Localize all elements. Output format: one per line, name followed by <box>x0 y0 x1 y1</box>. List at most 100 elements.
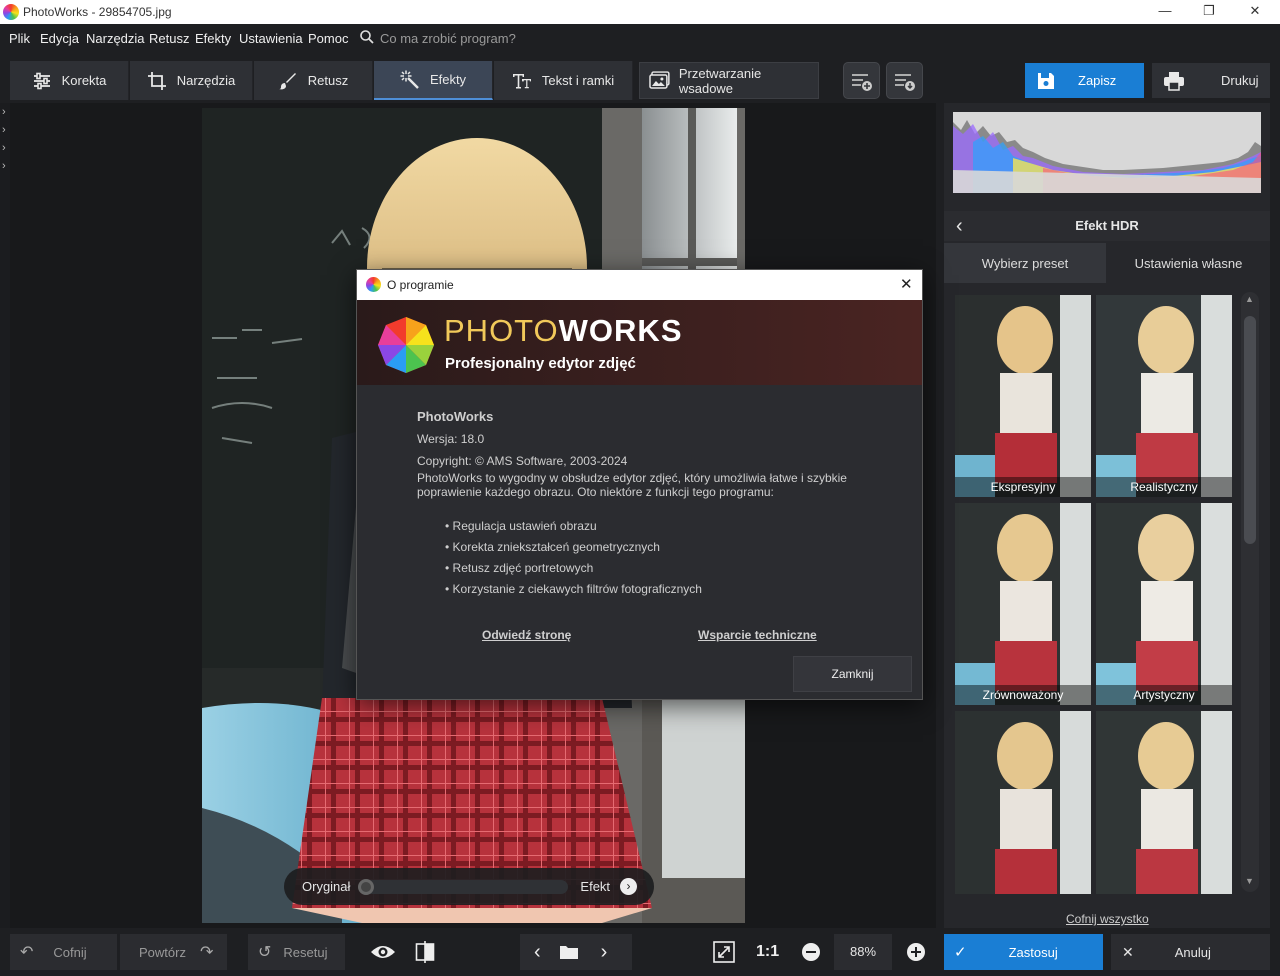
menu-efekty[interactable]: Efekty <box>195 31 231 46</box>
effect-title: Efekt HDR <box>1075 218 1139 233</box>
tab-korekta-label: Korekta <box>61 73 107 88</box>
preset-ekspresyjny[interactable]: Ekspresyjny <box>955 295 1091 497</box>
zoom-out-button[interactable] <box>795 936 827 968</box>
tab-tekst-i-ramki[interactable]: Tekst i ramki <box>494 61 633 100</box>
visit-website-link[interactable]: Odwiedź stronę <box>482 628 571 642</box>
preset-label: Artystyczny <box>1096 685 1232 705</box>
menu-retusz[interactable]: Retusz <box>149 31 189 46</box>
cancel-button[interactable]: ✕ Anuluj <box>1111 934 1270 970</box>
image-navigation-group: ‹ › <box>520 934 632 970</box>
compare-track[interactable] <box>358 878 569 895</box>
folder-icon[interactable] <box>559 944 579 960</box>
apply-button[interactable]: ✓ Zastosuj <box>944 934 1103 970</box>
magic-wand-icon <box>400 70 419 89</box>
close-window-button[interactable]: ✕ <box>1232 0 1278 24</box>
preset-thumbnail <box>955 503 1091 705</box>
fit-screen-icon <box>713 941 735 963</box>
tab-choose-preset[interactable]: Wybierz preset <box>944 243 1106 283</box>
dialog-title: O programie <box>387 278 454 292</box>
tab-narzedzia[interactable]: Narzędzia <box>130 61 253 100</box>
split-view-icon <box>415 941 435 963</box>
preset-label: Ekspresyjny <box>955 477 1091 497</box>
previous-image-icon[interactable]: ‹ <box>534 941 541 964</box>
menu-edycja[interactable]: Edycja <box>40 31 79 46</box>
brand-banner: PHOTOWORKS Profesjonalny edytor zdjęć <box>357 300 922 385</box>
apply-label: Zastosuj <box>1008 944 1058 960</box>
left-collapse-strip[interactable]: › › › › <box>0 103 10 928</box>
menu-ustawienia[interactable]: Ustawienia <box>239 31 303 46</box>
zoom-in-button[interactable] <box>900 936 932 968</box>
next-image-icon[interactable]: › <box>601 941 608 964</box>
redo-button[interactable]: Powtórz ↷ <box>120 934 227 970</box>
preset-zrownowazony[interactable]: Zrównoważony <box>955 503 1091 705</box>
tab-custom-settings-label: Ustawienia własne <box>1134 255 1243 271</box>
fit-to-screen-button[interactable] <box>708 936 740 968</box>
save-button[interactable]: Zapisz <box>1025 63 1144 98</box>
menu-plik[interactable]: Plik <box>9 31 30 46</box>
preview-eye-button[interactable] <box>367 936 399 968</box>
reset-label: Resetuj <box>283 944 328 960</box>
histogram-graph <box>953 120 1261 193</box>
reset-all-link[interactable]: Cofnij wszystko <box>1066 912 1149 926</box>
tab-narzedzia-label: Narzędzia <box>176 73 236 88</box>
scroll-up-icon[interactable]: ▲ <box>1245 294 1254 304</box>
technical-support-link[interactable]: Wsparcie techniczne <box>698 628 817 642</box>
dialog-close-icon[interactable]: ✕ <box>900 275 913 293</box>
minimize-button[interactable]: — <box>1142 0 1188 24</box>
chevron-right-icon: › <box>2 142 6 154</box>
actual-size-button[interactable]: 1:1 <box>756 943 779 961</box>
print-button[interactable]: Drukuj <box>1152 63 1270 98</box>
tab-korekta[interactable]: Korekta <box>10 61 129 100</box>
compare-handle[interactable] <box>358 878 375 895</box>
feature-item: • Regulacja ustawień obrazu <box>445 519 597 533</box>
zoom-level[interactable]: 88% <box>834 934 892 970</box>
preset-item[interactable] <box>1096 711 1232 894</box>
arrow-right-circle-icon[interactable]: › <box>620 878 638 895</box>
app-logo-icon <box>3 4 19 20</box>
reset-button[interactable]: ↺ Resetuj <box>248 934 345 970</box>
preset-label: Zrównoważony <box>955 685 1091 705</box>
menu-bar: Plik Edycja Narzędzia Retusz Efekty Usta… <box>0 24 1280 52</box>
preset-thumbnail <box>1096 503 1232 705</box>
app-name: PhotoWorks <box>417 409 494 424</box>
sliders-icon <box>33 72 50 89</box>
effect-label: Efekt <box>580 879 611 894</box>
tab-efekty[interactable]: Efekty <box>374 61 493 100</box>
undo-icon: ↶ <box>20 944 34 961</box>
back-arrow-icon[interactable]: ‹ <box>956 211 963 241</box>
dialog-body: PhotoWorks Wersja: 18.0 Copyright: © AMS… <box>417 409 887 597</box>
preset-label: Realistyczny <box>1096 477 1232 497</box>
tab-custom-settings[interactable]: Ustawienia własne <box>1107 243 1270 283</box>
preset-realistyczny[interactable]: Realistyczny <box>1096 295 1232 497</box>
presets-scrollbar[interactable]: ▲ ▼ <box>1241 292 1259 892</box>
about-dialog: O programie ✕ PHOTOWORKS Profesjonalny e… <box>356 269 923 700</box>
tab-choose-preset-label: Wybierz preset <box>981 255 1069 271</box>
original-label: Oryginał <box>302 879 351 894</box>
preset-thumbnail <box>955 295 1091 497</box>
window-title: PhotoWorks - 29854705.jpg <box>23 5 172 19</box>
preset-thumbnail <box>955 711 1091 894</box>
sliders-add-icon <box>851 73 872 91</box>
tab-retusz[interactable]: Retusz <box>254 61 373 100</box>
menu-pomoc[interactable]: Pomoc <box>308 31 348 46</box>
printer-icon <box>1164 71 1184 91</box>
chevron-right-icon: › <box>2 160 6 172</box>
scrollbar-thumb[interactable] <box>1244 316 1256 544</box>
preset-item[interactable] <box>955 711 1091 894</box>
menu-narzedzia[interactable]: Narzędzia <box>86 31 145 46</box>
batch-processing-button[interactable]: Przetwarzanie wsadowe <box>639 62 819 99</box>
undo-button[interactable]: ↶ Cofnij <box>10 934 117 970</box>
presets-download-button[interactable] <box>886 62 923 99</box>
preset-artystyczny[interactable]: Artystyczny <box>1096 503 1232 705</box>
dialog-close-button[interactable]: Zamknij <box>793 656 912 692</box>
scroll-down-icon[interactable]: ▼ <box>1245 876 1254 886</box>
compare-split-button[interactable] <box>409 936 441 968</box>
brand-works: WORKS <box>558 313 683 348</box>
add-preset-button[interactable] <box>843 62 880 99</box>
version-text: Wersja: 18.0 <box>417 432 485 446</box>
dialog-title-bar: O programie ✕ <box>357 270 922 300</box>
preset-thumbnail <box>1096 711 1232 894</box>
maximize-button[interactable]: ❐ <box>1186 0 1232 24</box>
search-input[interactable]: Co ma zrobić program? <box>380 31 516 46</box>
before-after-slider[interactable]: Oryginał Efekt › <box>284 868 654 905</box>
